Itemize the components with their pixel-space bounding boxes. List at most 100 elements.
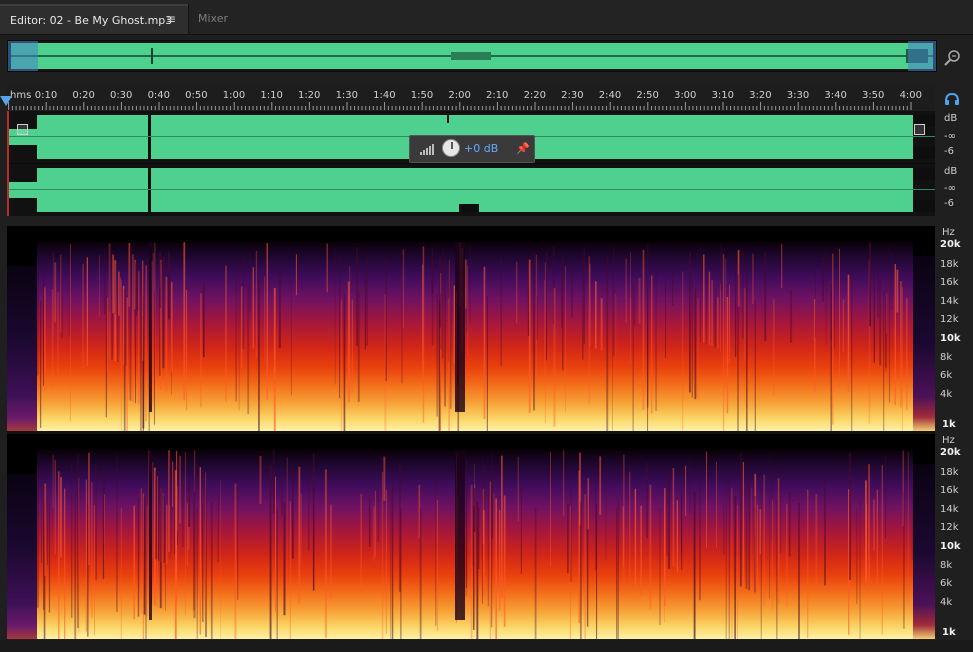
spectrogram-streak — [740, 453, 742, 587]
waveform-transient — [148, 168, 151, 212]
hz-label: 16k — [940, 277, 959, 288]
spectrogram-streak — [565, 266, 566, 413]
spectrogram-streak — [666, 475, 668, 556]
hz-label: 20k — [940, 447, 961, 458]
spectrogram-streak — [324, 469, 327, 638]
spectrogram-streak — [78, 477, 80, 633]
time-ruler[interactable]: hms 0:10 0:20 0:30 0:40 0:50 1:00 1:10 1:20 1:30… — [7, 84, 935, 110]
spectrogram-streak — [754, 496, 756, 593]
spectrogram-gap — [149, 242, 152, 412]
spectrogram-streak — [357, 291, 360, 402]
spectrogram-streak — [467, 265, 468, 357]
spectrogram-streak — [672, 468, 675, 567]
spectral-display-left[interactable] — [7, 226, 935, 431]
ruler-tick-label: 1:30 — [335, 90, 359, 101]
overview-view-handle-right[interactable] — [908, 41, 936, 71]
spectrogram-streak — [61, 278, 63, 338]
spectrogram-gap — [455, 242, 461, 412]
spectrogram-streak — [91, 482, 93, 618]
spectrogram-streak — [665, 280, 666, 358]
spectrogram-streak — [634, 284, 635, 327]
spectrogram-streak — [834, 273, 835, 349]
spectrogram-streak — [120, 507, 122, 639]
waveform-channel-right[interactable] — [7, 164, 935, 216]
spectrogram-streak — [664, 488, 666, 607]
spectrogram-streak — [292, 467, 294, 559]
spectrogram-streak — [210, 501, 213, 639]
spectrogram-streak — [847, 274, 850, 393]
spectrogram-streak — [873, 499, 875, 551]
spectrogram-streak — [642, 250, 645, 410]
spectrogram-streak — [52, 253, 54, 335]
bottom-edge — [0, 640, 973, 652]
spectrogram-streak — [757, 504, 758, 594]
headphone-icon[interactable] — [944, 92, 960, 106]
tab-mixer[interactable]: Mixer — [188, 4, 254, 34]
spectrogram-streak — [599, 456, 602, 515]
hz-label: 1k — [942, 627, 956, 638]
ruler-tick-label: 3:10 — [711, 90, 735, 101]
db-label-neg-6: -6 — [944, 198, 954, 209]
spectrogram-streak — [74, 491, 77, 639]
spectrogram-streak — [516, 261, 518, 324]
spectrogram-streak — [157, 479, 160, 561]
amplitude-hud[interactable]: +0 dB 📌 — [409, 135, 535, 163]
spectrogram-streak — [155, 470, 157, 560]
ruler-tick-label: 0:50 — [185, 90, 208, 101]
amplitude-value[interactable]: +0 dB — [464, 142, 498, 155]
spectrogram-streak — [300, 493, 302, 563]
spectral-display-right[interactable] — [7, 434, 935, 639]
spectrogram-streak — [651, 275, 653, 414]
spectrogram-streak — [890, 252, 893, 311]
spectrogram-streak — [876, 489, 878, 595]
overview-navigator[interactable] — [7, 40, 937, 72]
playhead-marker[interactable] — [0, 96, 12, 106]
pin-icon[interactable]: 📌 — [516, 142, 530, 155]
zoom-icon[interactable] — [942, 46, 964, 68]
hz-label: 16k — [940, 485, 959, 496]
spectrogram-streak — [745, 470, 748, 589]
spectrogram-streak — [121, 280, 122, 431]
spectrogram-streak — [894, 264, 896, 405]
spectrogram-streak — [46, 497, 48, 565]
spectrogram-streak — [734, 496, 736, 639]
spectrogram-streak — [886, 293, 888, 334]
spectrogram-streak — [905, 298, 908, 410]
hamburger-icon[interactable]: ≡ — [166, 12, 176, 26]
spectrogram-streak — [885, 455, 886, 539]
spectrogram-streak — [832, 253, 834, 425]
waveform-tail — [913, 200, 935, 212]
spectrogram-streak — [830, 290, 832, 340]
spectrogram-streak — [773, 299, 775, 396]
fade-out-handle[interactable] — [914, 124, 925, 135]
spectrogram-streak — [390, 497, 392, 639]
spectrogram-streak — [422, 246, 425, 423]
hz-label: 10k — [940, 333, 961, 344]
spectrogram-streak — [691, 280, 693, 398]
spectrogram-streak — [655, 268, 657, 411]
spectrogram-streak — [903, 492, 905, 629]
spectrogram-streak — [82, 264, 84, 370]
spectrogram-streak — [528, 259, 531, 414]
spectrogram-streak — [64, 488, 66, 639]
spectrogram-streak — [777, 478, 780, 603]
tab-editor[interactable]: Editor: 02 - Be My Ghost.mp3 ≡ — [0, 4, 188, 34]
spectrogram-streak — [788, 491, 791, 557]
spectrogram-streak — [439, 297, 441, 430]
spectrogram-streak — [682, 271, 684, 431]
waveform-lead — [7, 182, 37, 198]
spectrogram-streak — [152, 462, 154, 559]
spectrogram-streak — [174, 470, 177, 639]
spectrogram-streak — [41, 480, 42, 563]
overview-view-handle-left[interactable] — [8, 41, 38, 71]
spectrogram-streak — [647, 288, 649, 431]
amplitude-knob[interactable] — [442, 139, 460, 157]
spectrogram-streak — [822, 257, 824, 302]
spectrogram-streak — [483, 266, 486, 419]
knob-notch — [451, 142, 453, 149]
spectrogram-streak — [879, 278, 881, 366]
spectrogram-streak — [69, 244, 71, 422]
fade-in-handle[interactable] — [17, 124, 28, 135]
waveform-centerline — [7, 189, 935, 190]
spectrogram-streak — [649, 484, 652, 609]
